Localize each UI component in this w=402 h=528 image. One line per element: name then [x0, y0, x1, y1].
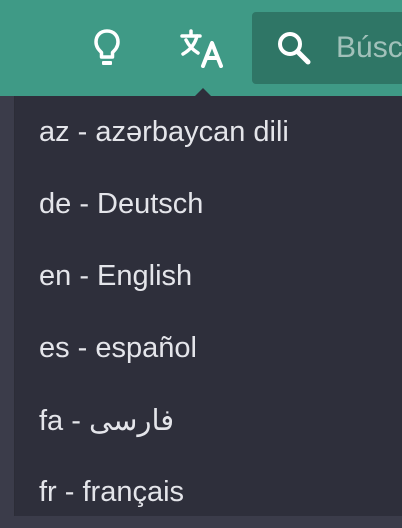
language-option-label: en - English: [39, 259, 193, 292]
language-option-label: es - español: [39, 331, 197, 364]
search-icon: [276, 30, 312, 66]
language-dropdown-menu: az - azərbaycan dili de - Deutsch en - E…: [15, 96, 402, 516]
language-option-en[interactable]: en - English: [15, 240, 402, 312]
language-option-label: fa - فارسی: [39, 404, 175, 437]
language-option-de[interactable]: de - Deutsch: [15, 168, 402, 240]
theme-toggle-button[interactable]: [81, 22, 133, 74]
language-option-az[interactable]: az - azərbaycan dili: [15, 96, 402, 168]
language-option-label: az - azərbaycan dili: [39, 115, 289, 148]
search-input[interactable]: [336, 30, 402, 66]
language-option-fr[interactable]: fr - français: [15, 456, 402, 528]
language-option-label: de - Deutsch: [39, 187, 204, 220]
language-option-fa[interactable]: fa - فارسی: [15, 384, 402, 456]
top-app-bar: [0, 0, 402, 96]
translate-icon: [179, 28, 227, 68]
dropdown-pointer: [194, 88, 212, 97]
lightbulb-icon: [92, 28, 122, 68]
language-button[interactable]: [177, 22, 229, 74]
language-option-label: fr - français: [39, 475, 185, 508]
language-option-es[interactable]: es - español: [15, 312, 402, 384]
search-box[interactable]: [252, 12, 402, 84]
